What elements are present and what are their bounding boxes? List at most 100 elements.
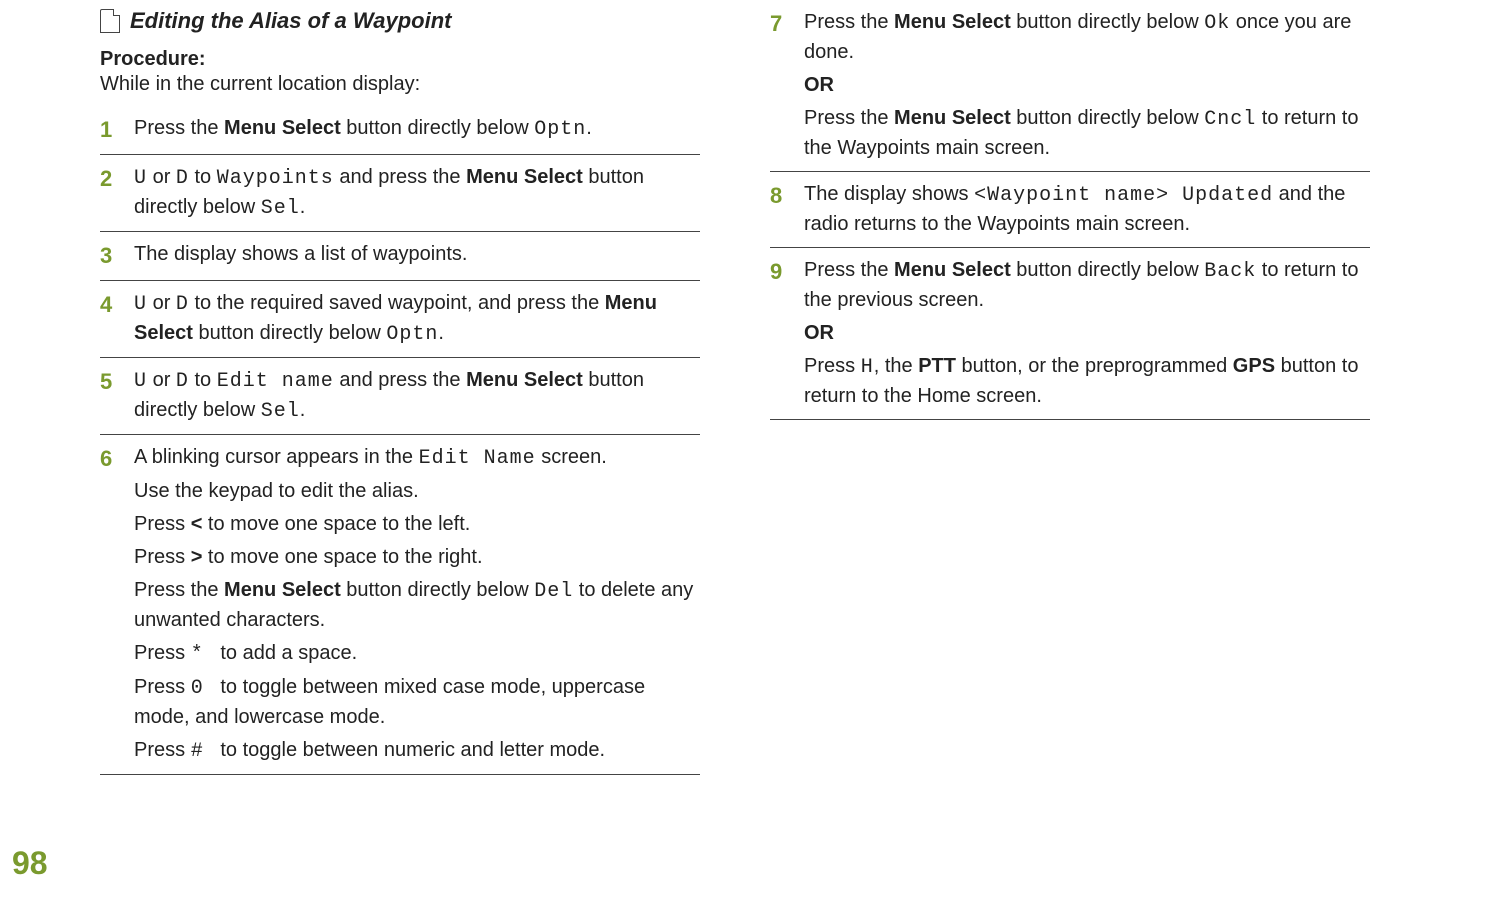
text-run: button directly below [1011,259,1204,281]
step-line: Use the keypad to edit the alias. [134,477,700,506]
text-run: and press the [334,369,466,391]
text-run: Press [134,642,191,664]
step-line: Press < to move one space to the left. [134,510,700,539]
text-run: or [147,369,176,391]
text-run: Press the [134,117,224,139]
step-body: The display shows <Waypoint name> Update… [804,180,1370,239]
text-run: 0 [191,677,204,700]
text-run: Press the [804,11,894,33]
left-column: Editing the Alias of a Waypoint Procedur… [100,8,700,783]
step-line: Press the Menu Select button directly be… [804,104,1370,163]
step-number: 1 [100,114,120,146]
text-run: . [300,196,306,218]
step-line: Press * to add a space. [134,639,700,669]
text-run: U [134,370,147,393]
text-run: to [189,369,217,391]
step-number: 8 [770,180,790,239]
text-run: PTT [918,355,956,377]
procedure-step: 3 The display shows a list of waypoints. [100,240,700,281]
document-page: Advanced Features 98 Editing the Alias o… [0,0,1505,900]
text-run: Sel [261,400,300,423]
text-run: . [438,322,444,344]
procedure-step: 5U or D to Edit name and press the Menu … [100,366,700,435]
text-run: button directly below [1011,11,1204,33]
text-run: The display shows a list of waypoints. [134,243,468,265]
section-label: Advanced Features [0,572,6,830]
left-steps-list: 1 Press the Menu Select button directly b… [100,114,700,775]
content-columns: Editing the Alias of a Waypoint Procedur… [60,8,1445,783]
step-number: 4 [100,289,120,349]
text-run: Back [1204,260,1256,283]
text-run: # [191,740,204,763]
intro-text: While in the current location display: [100,73,700,96]
step-body: The display shows a list of waypoints. [134,240,700,272]
procedure-step: 6 A blinking cursor appears in the Edit N… [100,443,700,775]
text-run: to toggle between mixed case mode, upper… [134,676,645,728]
step-line: Press 0 to toggle between mixed case mod… [134,673,700,732]
text-run: Press the [134,579,224,601]
step-line: Press H, the PTT button, or the preprogr… [804,352,1370,411]
text-run: to move one space to the right. [202,546,482,568]
text-run: to add a space. [204,642,357,664]
text-run: Press [134,546,191,568]
step-body: U or D to Edit name and press the Menu S… [134,366,700,426]
text-run: Press [134,513,191,535]
text-run: Optn [386,323,438,346]
step-line: A blinking cursor appears in the Edit Na… [134,443,700,473]
step-line: OR [804,319,1370,348]
text-run: Menu Select [894,107,1011,129]
text-run: Edit Name [419,447,536,470]
text-run: to the required saved waypoint, and pres… [189,292,605,314]
text-run: Menu Select [466,369,583,391]
text-run: button directly below [341,579,534,601]
text-run: , the [874,355,918,377]
procedure-step: 2U or D to Waypoints and press the Menu … [100,163,700,232]
text-run: to move one space to the left. [202,513,470,535]
text-run: Menu Select [894,11,1011,33]
procedure-step: 4U or D to the required saved waypoint, … [100,289,700,358]
step-line: Press # to toggle between numeric and le… [134,736,700,766]
procedure-step: 1Press the Menu Select button directly b… [100,114,700,155]
step-line: Press the Menu Select button directly be… [134,576,700,635]
step-number: 6 [100,443,120,766]
text-run: Press the [804,259,894,281]
text-run: U [134,293,147,316]
text-run: <Waypoint name> Updated [974,184,1273,207]
step-line: Press the Menu Select button directly be… [804,256,1370,315]
text-run: to [189,166,217,188]
step-body: U or D to the required saved waypoint, a… [134,289,700,349]
right-steps-list: 7Press the Menu Select button directly b… [770,8,1370,420]
text-run: button, or the preprogrammed [956,355,1233,377]
text-run: or [147,166,176,188]
text-run: Menu Select [224,117,341,139]
step-number: 3 [100,240,120,272]
step-number: 9 [770,256,790,411]
step-body: A blinking cursor appears in the Edit Na… [134,443,700,766]
text-run: Edit name [217,370,334,393]
text-run: Sel [261,197,300,220]
page-number: 98 [12,845,48,882]
section-heading: Editing the Alias of a Waypoint [100,8,700,34]
text-run: OR [804,322,834,344]
procedure-label: Procedure: [100,48,700,71]
text-run: Ok [1204,12,1230,35]
text-run: The display shows [804,183,974,205]
text-run: or [147,292,176,314]
step-line: OR [804,71,1370,100]
step-body: Press the Menu Select button directly be… [804,8,1370,163]
text-run: button directly below [193,322,386,344]
text-run: < [191,513,203,535]
text-run: U [134,167,147,190]
text-run: Press [804,355,861,377]
text-run: and press the [334,166,466,188]
step-number: 7 [770,8,790,163]
step-body: Press the Menu Select button directly be… [804,256,1370,411]
text-run: H [861,356,874,379]
text-run: Del [534,580,573,603]
text-run: . [586,117,592,139]
right-column: 7Press the Menu Select button directly b… [770,8,1370,783]
step-line: Press the Menu Select button directly be… [804,8,1370,67]
text-run: Press the [804,107,894,129]
text-run: to toggle between numeric and letter mod… [204,739,605,761]
text-run: Menu Select [466,166,583,188]
